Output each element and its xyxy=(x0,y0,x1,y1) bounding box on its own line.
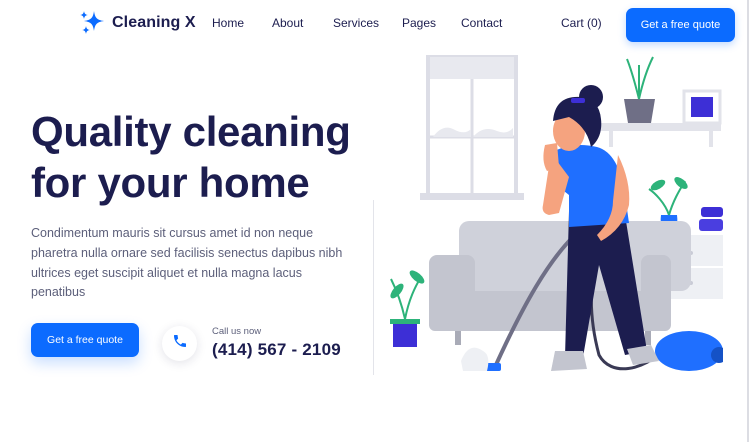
brand-name: Cleaning X xyxy=(112,14,196,31)
nav-home[interactable]: Home xyxy=(212,16,244,30)
hero-quote-button[interactable]: Get a free quote xyxy=(31,323,139,357)
site-header: Cleaning X Home About Services Pages Con… xyxy=(0,0,749,46)
hero-description: Condimentum mauris sit cursus amet id no… xyxy=(31,226,343,300)
header-quote-button[interactable]: Get a free quote xyxy=(626,8,735,42)
phone-button[interactable] xyxy=(162,326,197,361)
window-graphic xyxy=(420,53,524,200)
call-label: Call us now xyxy=(212,326,262,337)
woman-vacuuming-illustration xyxy=(373,53,727,375)
nav-services[interactable]: Services xyxy=(333,16,379,30)
phone-number[interactable]: (414) 567 - 2109 xyxy=(212,340,341,360)
floor-plant-graphic xyxy=(390,270,425,347)
hero-title-line-1: Quality cleaning xyxy=(31,108,351,155)
nav-pages[interactable]: Pages xyxy=(402,16,436,30)
nav-contact[interactable]: Contact xyxy=(461,16,502,30)
hero-title: Quality cleaning for your home xyxy=(31,106,376,208)
hero-title-line-2: for your home xyxy=(31,159,310,206)
cart-link[interactable]: Cart (0) xyxy=(561,16,602,30)
sofa-graphic xyxy=(429,221,691,345)
shelf-graphic xyxy=(601,56,722,147)
nav-about[interactable]: About xyxy=(272,16,303,30)
logo[interactable]: Cleaning X xyxy=(78,10,196,36)
sparkle-icon xyxy=(78,10,108,36)
phone-icon xyxy=(172,333,188,354)
